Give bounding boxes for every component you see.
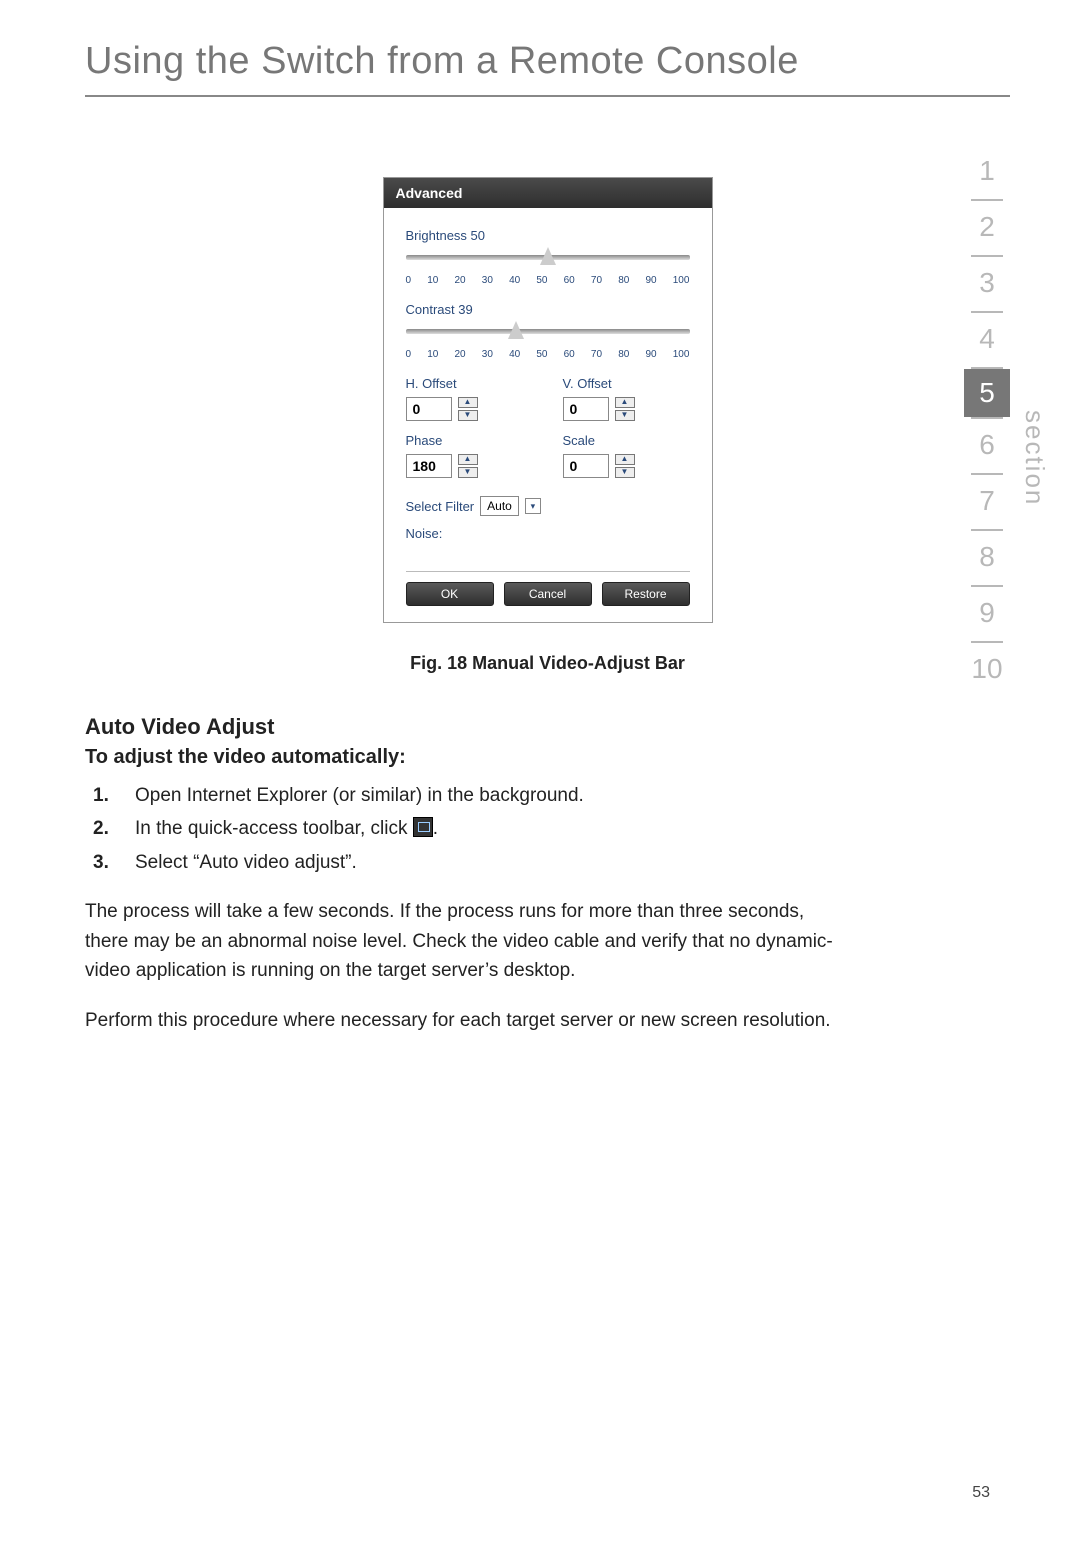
nav-item-1[interactable]: 1 [964, 145, 1010, 199]
phase-up-icon[interactable]: ▲ [458, 454, 478, 465]
nav-item-4[interactable]: 4 [964, 313, 1010, 367]
section-nav: 1 2 3 4 5 6 7 8 9 10 [964, 145, 1010, 697]
scale-down-icon[interactable]: ▼ [615, 467, 635, 478]
list-item: 2. In the quick-access toolbar, click . [93, 814, 1010, 843]
nav-item-10[interactable]: 10 [964, 643, 1010, 697]
brightness-ticks: 0102030405060708090100 [406, 275, 690, 286]
v-offset-input[interactable]: 0 [563, 397, 609, 421]
list-item: 3. Select “Auto video adjust”. [93, 848, 1010, 877]
title-rule [85, 95, 1010, 97]
nav-item-2[interactable]: 2 [964, 201, 1010, 255]
page-number: 53 [972, 1484, 990, 1502]
section-label: section [1019, 410, 1050, 506]
brightness-slider[interactable] [406, 249, 690, 273]
phase-down-icon[interactable]: ▼ [458, 467, 478, 478]
select-filter-label: Select Filter [406, 499, 475, 514]
toolbar-icon [413, 817, 433, 837]
nav-item-9[interactable]: 9 [964, 587, 1010, 641]
select-filter-dropdown[interactable]: Auto [480, 496, 519, 516]
ok-button[interactable]: OK [406, 582, 494, 606]
h-offset-up-icon[interactable]: ▲ [458, 397, 478, 408]
nav-item-5-active[interactable]: 5 [964, 369, 1010, 417]
brightness-label: Brightness 50 [406, 228, 690, 243]
body-paragraph: Perform this procedure where necessary f… [85, 1006, 845, 1035]
cancel-button[interactable]: Cancel [504, 582, 592, 606]
contrast-label: Contrast 39 [406, 302, 690, 317]
scale-label: Scale [563, 433, 690, 448]
dialog-title: Advanced [384, 178, 712, 208]
auto-video-adjust-heading: Auto Video Adjust [85, 714, 1010, 740]
steps-list: 1. Open Internet Explorer (or similar) i… [93, 781, 1010, 877]
page-title: Using the Switch from a Remote Console [85, 40, 1010, 83]
auto-video-adjust-subheading: To adjust the video automatically: [85, 746, 1010, 769]
noise-label: Noise: [406, 526, 690, 541]
chevron-down-icon[interactable]: ▾ [525, 498, 541, 514]
body-paragraph: The process will take a few seconds. If … [85, 897, 845, 985]
scale-input[interactable]: 0 [563, 454, 609, 478]
v-offset-label: V. Offset [563, 376, 690, 391]
v-offset-down-icon[interactable]: ▼ [615, 410, 635, 421]
h-offset-down-icon[interactable]: ▼ [458, 410, 478, 421]
figure-caption: Fig. 18 Manual Video-Adjust Bar [85, 653, 1010, 674]
contrast-slider[interactable] [406, 323, 690, 347]
nav-item-7[interactable]: 7 [964, 475, 1010, 529]
nav-item-8[interactable]: 8 [964, 531, 1010, 585]
nav-item-3[interactable]: 3 [964, 257, 1010, 311]
h-offset-input[interactable]: 0 [406, 397, 452, 421]
contrast-ticks: 0102030405060708090100 [406, 349, 690, 360]
list-item: 1. Open Internet Explorer (or similar) i… [93, 781, 1010, 810]
h-offset-label: H. Offset [406, 376, 533, 391]
restore-button[interactable]: Restore [602, 582, 690, 606]
phase-input[interactable]: 180 [406, 454, 452, 478]
nav-item-6[interactable]: 6 [964, 419, 1010, 473]
phase-label: Phase [406, 433, 533, 448]
scale-up-icon[interactable]: ▲ [615, 454, 635, 465]
select-filter-value: Auto [487, 499, 512, 513]
advanced-dialog: Advanced Brightness 50 01020304050607080… [383, 177, 713, 623]
v-offset-up-icon[interactable]: ▲ [615, 397, 635, 408]
